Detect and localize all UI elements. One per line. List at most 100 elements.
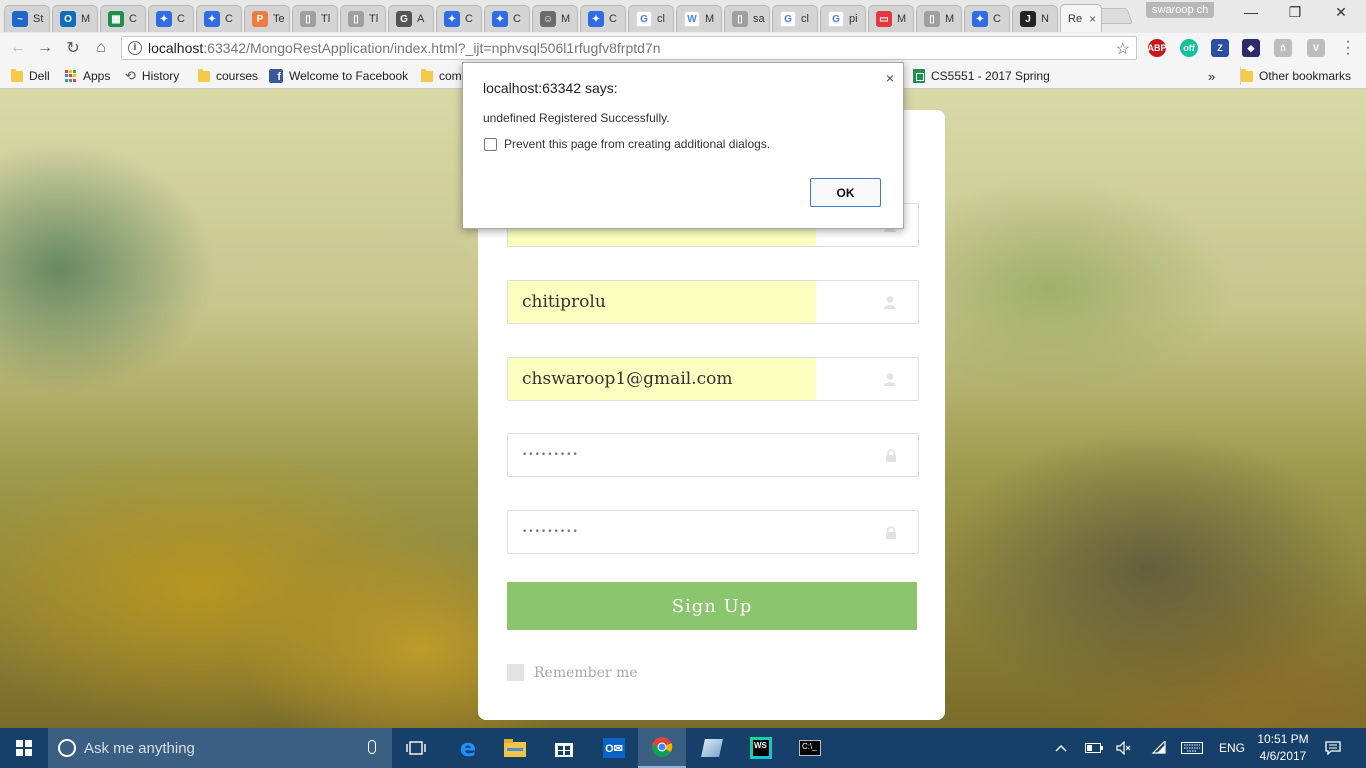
bookmarks-overflow-button[interactable]: » (1208, 67, 1215, 85)
grammarly-icon[interactable]: off (1180, 39, 1198, 57)
field-value: chswaroop1@gmail.com (522, 369, 733, 389)
zotero-icon[interactable]: Z (1211, 39, 1229, 57)
remember-me[interactable]: Remember me (507, 664, 638, 681)
sign-up-button[interactable]: Sign Up (507, 582, 917, 630)
bookmark-history[interactable]: ⟲ History (125, 67, 179, 85)
sheets-icon (913, 69, 925, 83)
webstorm-icon[interactable]: WS (737, 728, 785, 768)
user-icon (884, 358, 896, 400)
keyboard-icon[interactable] (1181, 728, 1203, 768)
remember-checkbox[interactable] (507, 664, 524, 681)
password-field[interactable]: ••••••••• (507, 433, 919, 477)
browser-tab[interactable]: ▯ sa (724, 5, 770, 32)
confirm-password-field[interactable]: ••••••••• (507, 510, 919, 554)
browser-tab[interactable]: WM (676, 5, 722, 32)
browser-tab[interactable]: JN (1012, 5, 1058, 32)
file-explorer-icon[interactable] (491, 728, 539, 768)
home-icon[interactable]: ⌂ (91, 38, 111, 58)
active-browser-tab[interactable]: Re × (1060, 4, 1102, 32)
browser-tab[interactable]: OM (52, 5, 98, 32)
info-icon[interactable]: i (128, 41, 142, 55)
tab-favicon-icon: ▦ (108, 11, 124, 27)
tab-favicon-icon: ▯ (300, 11, 316, 27)
show-hidden-icons[interactable] (1055, 728, 1067, 768)
browser-tab[interactable]: ✦ C (436, 5, 482, 32)
browser-tab[interactable]: ✦ C (484, 5, 530, 32)
browser-tab[interactable]: Gpi (820, 5, 866, 32)
store-icon[interactable] (540, 728, 588, 768)
browser-tab[interactable]: P Te (244, 5, 290, 32)
browser-tab[interactable]: ✦ C (580, 5, 626, 32)
browser-tab[interactable]: ✦ C (148, 5, 194, 32)
tablet-app-icon[interactable] (688, 728, 736, 768)
volume-muted-icon[interactable] (1116, 728, 1132, 768)
tab-title: pi (849, 13, 858, 25)
bookmark-com[interactable]: com (421, 67, 462, 85)
browser-tab[interactable]: ✦ C (964, 5, 1010, 32)
bookmark-cs5551[interactable]: CS5551 - 2017 Spring (913, 67, 1050, 85)
wifi-icon[interactable] (1151, 728, 1167, 768)
cortana-search[interactable]: Ask me anything (48, 728, 392, 768)
shield-ext-icon[interactable]: V (1307, 39, 1325, 57)
wappalyzer-icon[interactable]: ◆ (1242, 39, 1260, 57)
bookmark-label: Welcome to Facebook (289, 69, 409, 83)
start-button[interactable] (0, 728, 48, 768)
reload-icon[interactable]: ↻ (63, 38, 83, 58)
bookmark-apps[interactable]: Apps (65, 67, 110, 85)
chrome-icon[interactable] (638, 728, 686, 768)
extension-gray-icon[interactable]: ñ (1274, 39, 1292, 57)
browser-tab[interactable]: ▯ Tl (292, 5, 338, 32)
task-view-icon[interactable] (392, 728, 440, 768)
language-indicator[interactable]: ENG (1219, 728, 1245, 768)
ok-button[interactable]: OK (810, 178, 881, 207)
close-icon[interactable]: × (886, 70, 894, 86)
tab-title: C (609, 13, 617, 25)
minimize-button[interactable]: — (1228, 4, 1274, 20)
close-window-button[interactable]: ✕ (1318, 4, 1364, 21)
other-bookmarks[interactable]: Other bookmarks (1240, 67, 1351, 85)
browser-tab[interactable]: ☺ M (532, 5, 578, 32)
maximize-button[interactable]: ❐ (1272, 4, 1318, 21)
tab-title: C (465, 13, 473, 25)
tab-close-icon[interactable]: × (1089, 12, 1096, 26)
back-icon[interactable]: ← (8, 38, 28, 58)
action-center-icon[interactable] (1325, 728, 1341, 768)
tab-favicon-icon: W (684, 11, 700, 27)
prevent-dialogs-option[interactable]: Prevent this page from creating addition… (484, 137, 770, 151)
edge-icon[interactable]: e (444, 728, 492, 768)
browser-tab[interactable]: ✦ C (196, 5, 242, 32)
forward-icon[interactable]: → (35, 38, 55, 58)
bookmark-courses[interactable]: courses (198, 67, 258, 85)
browser-tab[interactable]: ▯ Tl (340, 5, 386, 32)
abp-icon[interactable]: ABP (1148, 39, 1167, 57)
tab-title: cl (657, 13, 665, 25)
terminal-icon[interactable]: C:\_ (786, 728, 834, 768)
browser-tab[interactable]: ▦ C (100, 5, 146, 32)
profile-chip[interactable]: swaroop ch (1146, 2, 1215, 18)
browser-tab[interactable]: Gcl (628, 5, 674, 32)
browser-tab[interactable]: Gcl (772, 5, 818, 32)
bookmark-star-icon[interactable]: ☆ (1116, 39, 1130, 59)
tab-favicon-icon: ▯ (732, 11, 748, 27)
email-field[interactable]: chswaroop1@gmail.com (507, 357, 919, 401)
facebook-icon: f (269, 69, 283, 83)
prevent-dialogs-checkbox[interactable] (484, 137, 497, 151)
outlook-icon[interactable]: O✉ (590, 728, 638, 768)
menu-icon[interactable]: · · · (1342, 34, 1354, 62)
clock[interactable]: 10:51 PM 4/6/2017 (1252, 731, 1314, 765)
last-name-field[interactable]: chitiprolu (507, 280, 919, 324)
browser-tab[interactable]: ~ St (4, 5, 50, 32)
battery-icon[interactable] (1085, 728, 1103, 768)
tab-favicon-icon: P (252, 11, 268, 27)
tab-title: cl (801, 13, 809, 25)
bookmark-label: CS5551 - 2017 Spring (931, 69, 1050, 83)
browser-tab[interactable]: ▭ M (868, 5, 914, 32)
address-bar[interactable]: i localhost:63342/MongoRestApplication/i… (121, 36, 1137, 60)
tab-favicon-icon: G (396, 11, 412, 27)
bookmark-label: Other bookmarks (1259, 69, 1352, 83)
bookmark-dell[interactable]: Dell (11, 67, 50, 85)
microphone-icon[interactable] (368, 740, 376, 754)
browser-tab[interactable]: GA (388, 5, 434, 32)
bookmark-facebook[interactable]: f Welcome to Facebook (269, 67, 409, 85)
browser-tab[interactable]: ▯ M (916, 5, 962, 32)
